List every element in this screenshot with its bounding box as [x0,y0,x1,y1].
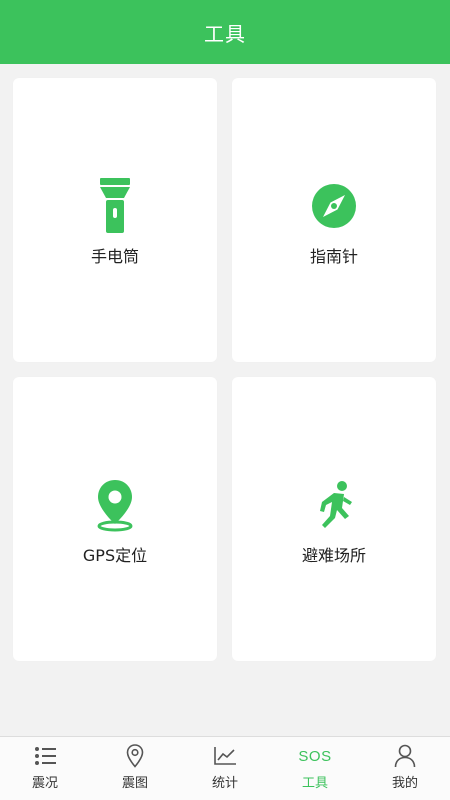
flashlight-icon [90,178,140,233]
gps-card[interactable]: GPS定位 [13,377,217,661]
tab-label: 我的 [391,776,418,791]
flashlight-label: 手电筒 [90,247,139,266]
tab-label: 工具 [301,776,328,791]
compass-label: 指南针 [309,247,358,266]
page-title: 工具 [204,21,246,46]
user-icon [393,744,417,768]
sos-icon: SOS [298,744,331,768]
location-pin-icon [90,480,140,532]
tab-tools[interactable]: SOS 工具 [270,737,360,800]
tab-quake-list[interactable]: 震况 [0,737,90,800]
bottom-tab-bar: 震况 震图 统计 SOS 工具 我的 [0,736,450,800]
sos-icon-text: SOS [298,747,332,765]
tab-label: 震图 [121,776,148,791]
top-bar: 工具 [0,0,450,64]
line-chart-icon [213,744,237,768]
tab-profile[interactable]: 我的 [360,737,450,800]
tab-statistics[interactable]: 统计 [180,737,270,800]
app-root: 工具 手电筒 指南针 GPS定位 避难场所 震况 震图 统计 SOS 工具 我的 [0,0,450,800]
compass-icon [309,181,359,231]
flashlight-card[interactable]: 手电筒 [13,78,217,362]
shelter-card[interactable]: 避难场所 [232,377,436,661]
compass-card[interactable]: 指南针 [232,78,436,362]
running-person-icon [309,480,359,530]
list-icon [33,744,57,768]
gps-label: GPS定位 [82,546,148,565]
map-pin-icon [123,744,147,768]
tab-label: 震况 [31,776,58,791]
shelter-label: 避难场所 [301,546,366,565]
tab-label: 统计 [211,776,238,791]
tab-quake-map[interactable]: 震图 [90,737,180,800]
